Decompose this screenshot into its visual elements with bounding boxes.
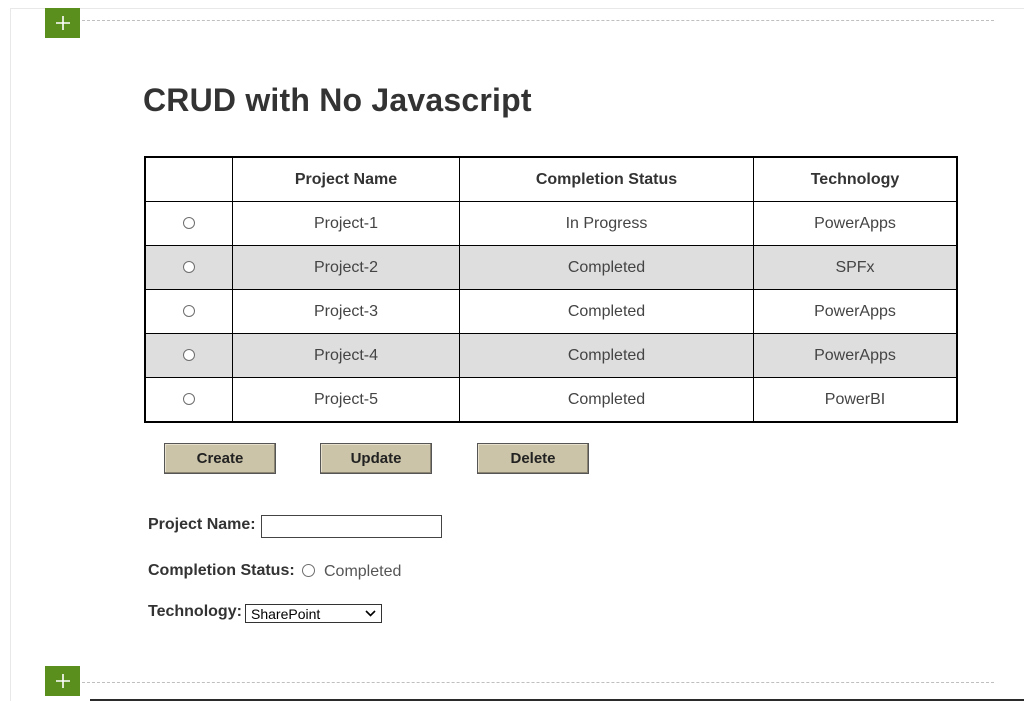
project-name-cell: Project-1 <box>232 201 460 246</box>
plus-icon <box>55 16 70 30</box>
technology-cell: PowerBI <box>753 377 958 423</box>
table-row[interactable]: Project-1 In Progress PowerApps <box>144 201 958 246</box>
projects-table: Project Name Completion Status Technolog… <box>144 156 958 423</box>
update-button[interactable]: Update <box>320 443 432 474</box>
technology-select[interactable]: SharePoint <box>245 604 382 623</box>
row-select-radio[interactable] <box>183 305 195 318</box>
technology-selected-value: SharePoint <box>251 605 321 622</box>
create-button[interactable]: Create <box>164 443 276 474</box>
table-row[interactable]: Project-5 Completed PowerBI <box>144 377 958 423</box>
header-technology: Technology <box>753 156 958 202</box>
row-select-cell <box>144 377 233 423</box>
project-name-cell: Project-4 <box>232 333 460 378</box>
completion-status-cell: Completed <box>459 377 754 423</box>
completion-status-cell: Completed <box>459 245 754 290</box>
row-select-radio[interactable] <box>183 261 195 274</box>
table-header-row: Project Name Completion Status Technolog… <box>144 156 958 202</box>
project-name-input[interactable] <box>261 515 442 538</box>
completion-status-cell: Completed <box>459 289 754 334</box>
row-select-radio[interactable] <box>183 217 195 230</box>
section-divider-top <box>82 20 994 21</box>
plus-icon <box>55 674 70 688</box>
completion-status-cell: In Progress <box>459 201 754 246</box>
technology-cell: SPFx <box>753 245 958 290</box>
page-title: CRUD with No Javascript <box>143 82 532 118</box>
row-select-radio[interactable] <box>183 349 195 362</box>
project-name-cell: Project-5 <box>232 377 460 423</box>
project-name-cell: Project-2 <box>232 245 460 290</box>
add-section-button-bottom[interactable] <box>45 666 80 696</box>
project-name-label: Project Name: <box>148 516 256 533</box>
completed-radio[interactable] <box>302 564 315 577</box>
table-row[interactable]: Project-2 Completed SPFx <box>144 245 958 290</box>
header-completion-status: Completion Status <box>459 156 754 202</box>
chevron-down-icon <box>365 610 376 617</box>
row-select-cell <box>144 333 233 378</box>
table-row[interactable]: Project-3 Completed PowerApps <box>144 289 958 334</box>
completed-radio-label: Completed <box>324 563 402 580</box>
row-select-cell <box>144 289 233 334</box>
header-select <box>144 156 233 202</box>
delete-button[interactable]: Delete <box>477 443 589 474</box>
project-name-cell: Project-3 <box>232 289 460 334</box>
completion-status-cell: Completed <box>459 333 754 378</box>
section-divider-bottom <box>82 682 994 683</box>
table-row[interactable]: Project-4 Completed PowerApps <box>144 333 958 378</box>
technology-cell: PowerApps <box>753 333 958 378</box>
add-section-button-top[interactable] <box>45 8 80 38</box>
technology-cell: PowerApps <box>753 289 958 334</box>
row-select-cell <box>144 245 233 290</box>
header-project-name: Project Name <box>232 156 460 202</box>
technology-cell: PowerApps <box>753 201 958 246</box>
row-select-cell <box>144 201 233 246</box>
technology-label: Technology: <box>148 603 242 620</box>
completion-status-label: Completion Status: <box>148 562 295 579</box>
row-select-radio[interactable] <box>183 393 195 406</box>
